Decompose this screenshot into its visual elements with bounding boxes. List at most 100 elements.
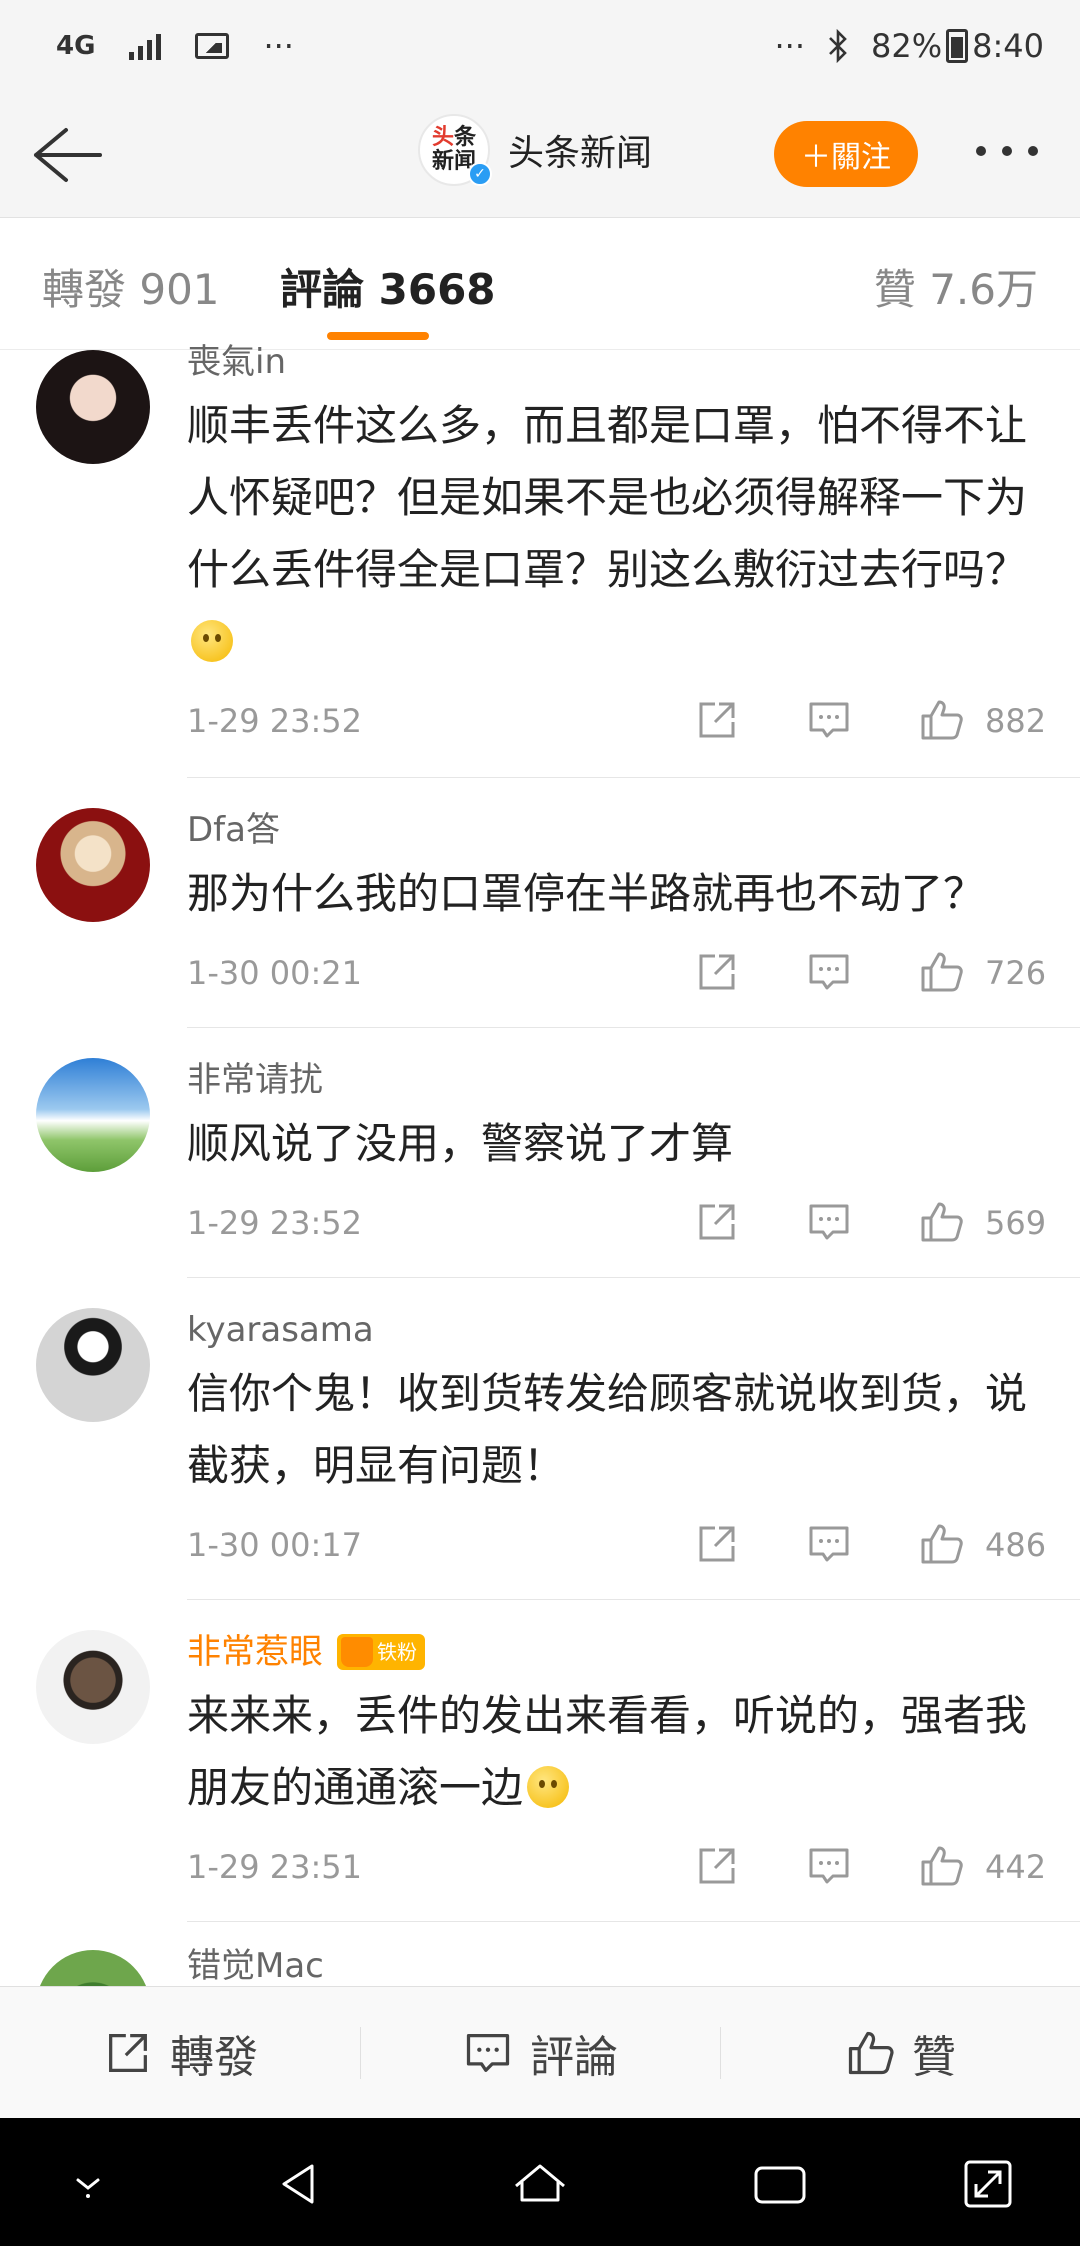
tab-reposts[interactable]: 轉發 901	[42, 256, 220, 317]
comment-text: 顺风说了没用，警察说了才算	[187, 1119, 734, 1168]
account-name[interactable]: 头条新闻	[508, 124, 652, 176]
account-header[interactable]: 头条 新闻 ✓ 头条新闻	[418, 114, 652, 186]
avatar[interactable]	[36, 1308, 150, 1422]
network-type: 4G	[56, 31, 96, 61]
comment-meta: 1-29 23:51 442	[187, 1842, 1052, 1898]
top-nav-bar: 头条 新闻 ✓ 头条新闻 ＋關注	[0, 92, 1080, 218]
avatar[interactable]	[36, 350, 150, 464]
like-count: 726	[985, 954, 1047, 992]
comment-username[interactable]: 喪氣in	[187, 342, 1052, 382]
battery-icon	[946, 29, 969, 63]
back-triangle-icon[interactable]	[272, 2156, 328, 2212]
comment-label: 評論	[530, 2031, 618, 2083]
bottom-action-bar: 轉發 評論 贊	[0, 1986, 1080, 2118]
bluetooth-icon	[829, 29, 847, 63]
thinking-emoji-icon	[191, 620, 233, 662]
tab-likes[interactable]: 贊 7.6万	[874, 256, 1038, 317]
comment-username[interactable]: 非常请扰	[187, 1060, 1052, 1100]
comment-meta: 1-29 23:52 882	[187, 696, 1052, 752]
comment-icon[interactable]	[805, 1520, 853, 1568]
repost-icon[interactable]	[693, 1198, 741, 1246]
tab-bar: 轉發 901 評論 3668 贊 7.6万	[0, 218, 1080, 350]
repost-icon	[109, 2033, 147, 2072]
like-icon[interactable]	[917, 1198, 965, 1246]
notification-overflow: ···	[263, 27, 294, 65]
follow-button[interactable]: ＋關注	[774, 121, 918, 187]
comment-timestamp: 1-29 23:52	[187, 1204, 363, 1242]
comment-divider	[187, 1277, 1080, 1278]
comment-icon	[466, 2033, 510, 2072]
smile-emoji-icon	[527, 1766, 570, 1808]
comment-icon[interactable]	[805, 1842, 853, 1890]
logo-char: 头	[431, 125, 454, 150]
comment-username[interactable]: kyarasama	[187, 1310, 1052, 1350]
comment-text-content: 顺丰丢件这么多，而且都是口罩，怕不得不让人怀疑吧？但是如果不是也必须得解释一下为…	[187, 401, 1028, 594]
status-overflow: ···	[774, 27, 806, 65]
like-button[interactable]: 贊	[720, 1987, 1080, 2118]
fan-badge: 铁粉	[337, 1634, 425, 1670]
username-text[interactable]: 非常惹眼	[187, 1632, 323, 1672]
repost-icon[interactable]	[693, 948, 741, 996]
back-arrow-icon[interactable]	[28, 122, 104, 188]
comment-username[interactable]: 错觉Mac	[187, 1946, 1052, 1986]
comment-timestamp: 1-30 00:17	[187, 1526, 363, 1564]
comment-divider	[187, 1599, 1080, 1600]
like-label: 贊	[912, 2031, 956, 2083]
repost-icon[interactable]	[693, 696, 741, 744]
comment-text: 那为什么我的口罩停在半路就再也不动了？	[187, 869, 986, 918]
comment-text: 顺丰丢件这么多，而且都是口罩，怕不得不让人怀疑吧？但是如果不是也必须得解释一下为…	[187, 390, 1052, 678]
hide-keyboard-icon[interactable]	[60, 2156, 116, 2212]
avatar[interactable]	[36, 808, 150, 922]
battery-percent: 82%	[871, 27, 943, 65]
like-icon[interactable]	[917, 1842, 965, 1890]
clock: 8:40	[972, 27, 1044, 65]
comment-timestamp: 1-29 23:52	[187, 702, 363, 740]
like-count: 442	[985, 1848, 1047, 1886]
tab-comments[interactable]: 評論 3668	[280, 256, 496, 317]
like-count: 486	[985, 1526, 1047, 1564]
comment-button[interactable]: 評論	[360, 1987, 720, 2118]
like-icon	[848, 2031, 894, 2074]
like-count: 882	[985, 702, 1047, 740]
comment-username[interactable]: 非常惹眼 铁粉	[187, 1632, 1052, 1672]
comment-username[interactable]: Dfa答	[187, 810, 1052, 850]
avatar[interactable]	[36, 1630, 150, 1744]
comment-icon[interactable]	[805, 948, 853, 996]
account-avatar[interactable]: 头条 新闻 ✓	[418, 114, 492, 186]
comment-timestamp: 1-29 23:51	[187, 1848, 363, 1886]
comment-divider	[187, 777, 1080, 778]
repost-icon[interactable]	[693, 1520, 741, 1568]
comment-text-content: 来来来，丢件的发出来看看，听说的，强者我朋友的通通滚一边	[187, 1691, 1028, 1812]
status-bar: 4G ··· ··· 82% 8:40	[0, 0, 1080, 92]
comment-meta: 1-30 00:21 726	[187, 948, 1052, 1004]
home-icon[interactable]	[512, 2156, 568, 2212]
comment-meta: 1-29 23:52 569	[187, 1198, 1052, 1254]
android-navigation-bar	[0, 2118, 1080, 2246]
like-icon[interactable]	[917, 948, 965, 996]
comment-meta: 1-30 00:17 486	[187, 1520, 1052, 1576]
comment-timestamp: 1-30 00:21	[187, 954, 363, 992]
repost-label: 轉發	[170, 2031, 258, 2083]
verified-icon: ✓	[468, 162, 492, 186]
comment-text: 信你个鬼！收到货转发给顾客就说收到货，说截获，明显有问题！	[187, 1369, 1028, 1490]
rotate-screen-icon[interactable]	[960, 2156, 1016, 2212]
repost-icon[interactable]	[693, 1842, 741, 1890]
comment-divider	[187, 1921, 1080, 1922]
comment-divider	[187, 1027, 1080, 1028]
comment-text: 来来来，丢件的发出来看看，听说的，强者我朋友的通通滚一边	[187, 1680, 1052, 1824]
avatar[interactable]	[36, 1058, 150, 1172]
comment-icon[interactable]	[805, 696, 853, 744]
image-notification-icon	[195, 33, 230, 59]
more-options-icon[interactable]	[976, 146, 1038, 156]
crown-icon	[341, 1637, 373, 1667]
badge-label: 铁粉	[377, 1640, 417, 1664]
repost-button[interactable]: 轉發	[0, 1987, 360, 2118]
like-icon[interactable]	[917, 696, 965, 744]
logo-char: 条	[454, 125, 477, 150]
recent-apps-icon[interactable]	[752, 2156, 808, 2212]
active-tab-indicator	[327, 332, 429, 340]
comment-icon[interactable]	[805, 1198, 853, 1246]
like-icon[interactable]	[917, 1520, 965, 1568]
like-count: 569	[985, 1204, 1047, 1242]
signal-icon	[129, 32, 162, 60]
